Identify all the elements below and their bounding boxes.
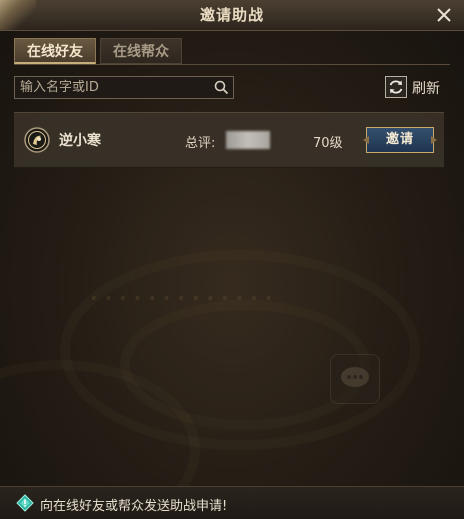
refresh-label: 刷新	[412, 81, 440, 97]
title-bar: 邀请助战	[0, 0, 464, 31]
score-value-redacted	[226, 131, 270, 149]
search-box	[14, 76, 234, 99]
button-cap-left	[363, 136, 369, 144]
button-cap-right	[431, 136, 437, 144]
player-name: 逆小寒	[59, 133, 101, 149]
footer-hint-text: 向在线好友或帮众发送助战申请!	[40, 499, 228, 514]
diamond-tip-icon	[16, 494, 34, 512]
close-icon	[437, 8, 451, 22]
invite-assist-dialog: · · · · · · · · · · · · · 邀请助战 在线好友 在线帮众	[0, 0, 464, 519]
tab-online-guild-members[interactable]: 在线帮众	[100, 38, 182, 64]
friend-row: 逆小寒 总评: 70级 邀请	[14, 112, 444, 168]
invite-button-label: 邀请	[385, 132, 414, 147]
window-title: 邀请助战	[199, 6, 264, 24]
player-level: 70级	[313, 136, 343, 151]
score-label: 总评:	[185, 136, 216, 151]
footer-bar: 向在线好友或帮众发送助战申请!	[0, 486, 464, 519]
search-input[interactable]	[20, 77, 210, 98]
background-decoration: · · · · · · · · · · · · ·	[90, 286, 273, 310]
class-emblem-icon	[24, 127, 50, 153]
background-chat-icon	[330, 354, 380, 404]
refresh-icon	[385, 76, 407, 98]
invite-button[interactable]: 邀请	[363, 127, 437, 153]
tab-online-friends[interactable]: 在线好友	[14, 38, 96, 64]
close-button[interactable]	[432, 3, 456, 27]
search-button[interactable]	[214, 80, 229, 95]
search-icon	[214, 80, 229, 95]
tab-divider	[14, 64, 450, 65]
